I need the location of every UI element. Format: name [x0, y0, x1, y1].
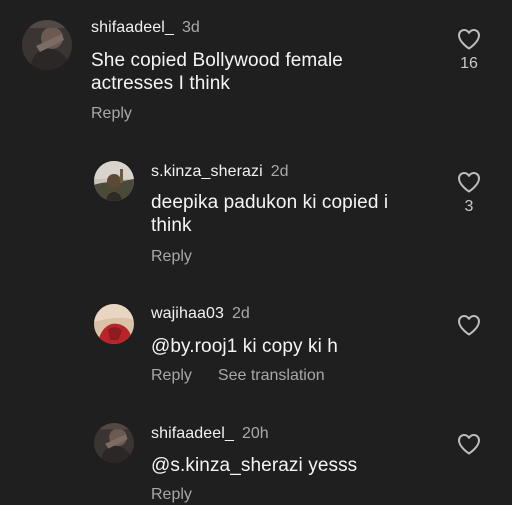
reply-button[interactable]: Reply: [151, 486, 192, 503]
comment-actions: Reply: [91, 104, 132, 124]
comment-header: shifaadeel_ 20h: [151, 424, 269, 444]
avatar[interactable]: [22, 20, 72, 70]
heart-outline-icon[interactable]: [457, 28, 481, 50]
comment-text-line: deepika padukon ki copied i: [151, 192, 389, 213]
reply-button[interactable]: Reply: [91, 105, 132, 122]
username[interactable]: shifaadeel_: [151, 425, 234, 442]
avatar-image: [94, 423, 134, 463]
heart-outline-icon[interactable]: [457, 171, 481, 193]
username[interactable]: s.kinza_sherazi: [151, 163, 263, 180]
comment-text-line: @by.rooj1 ki copy ki h: [151, 336, 338, 357]
like-control: [454, 433, 484, 455]
timestamp: 3d: [181, 19, 200, 36]
avatar[interactable]: [94, 304, 134, 344]
avatar[interactable]: [94, 423, 134, 463]
see-translation-button[interactable]: See translation: [218, 367, 325, 384]
comment-actions: Reply: [151, 485, 192, 505]
comment-text-line: actresses I think: [91, 73, 230, 94]
username[interactable]: wajihaa03: [151, 305, 224, 322]
username[interactable]: shifaadeel_: [91, 19, 174, 36]
avatar[interactable]: [94, 161, 134, 201]
comment-text: deepika padukon ki copied i think: [151, 191, 388, 237]
timestamp: 20h: [241, 425, 269, 442]
comment-actions: Reply: [151, 247, 192, 267]
comment-text-line: She copied Bollywood female: [91, 50, 343, 71]
like-control: [454, 314, 484, 336]
reply-item: wajihaa03 2d @by.rooj1 ki copy ki h Reply…: [0, 295, 512, 405]
timestamp: 2d: [270, 163, 289, 180]
reply-item: s.kinza_sherazi 2d deepika padukon ki cop…: [0, 150, 512, 280]
heart-outline-icon[interactable]: [457, 314, 481, 336]
like-count: 16: [460, 55, 478, 72]
comment-text: She copied Bollywood female actresses I …: [91, 49, 343, 95]
reply-item: shifaadeel_ 20h @s.kinza_sherazi yesss Re…: [0, 415, 512, 503]
like-count: 3: [464, 198, 474, 215]
comment-text-line: think: [151, 215, 192, 236]
comment-header: s.kinza_sherazi 2d: [151, 162, 289, 182]
avatar-image: [94, 304, 134, 344]
comment-header: shifaadeel_ 3d: [91, 18, 200, 38]
comment-item: shifaadeel_ 3d She copied Bollywood femal…: [0, 0, 512, 140]
reply-button[interactable]: Reply: [151, 248, 192, 265]
comment-text: @by.rooj1 ki copy ki h: [151, 335, 338, 358]
like-control: 16: [454, 28, 484, 74]
heart-outline-icon[interactable]: [457, 433, 481, 455]
comment-text-line: @s.kinza_sherazi yesss: [151, 455, 358, 476]
comment-actions: Reply See translation: [151, 366, 325, 386]
like-control: 3: [454, 171, 484, 217]
avatar-image: [22, 20, 72, 70]
reply-button[interactable]: Reply: [151, 367, 192, 384]
comment-text: @s.kinza_sherazi yesss: [151, 454, 357, 477]
avatar-image: [94, 161, 134, 201]
comment-header: wajihaa03 2d: [151, 304, 250, 324]
timestamp: 2d: [231, 305, 250, 322]
